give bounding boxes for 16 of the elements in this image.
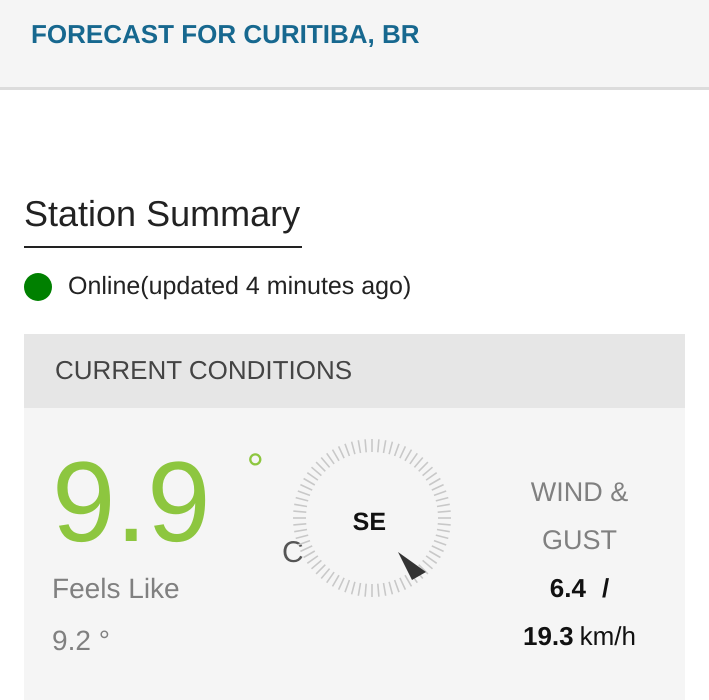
wind-separator: /: [602, 572, 610, 604]
section-heading: Station Summary: [24, 192, 300, 236]
status-text: Online(updated 4 minutes ago): [68, 271, 412, 302]
feels-like-label: Feels Like: [52, 572, 181, 606]
card-title: CURRENT CONDITIONS: [55, 354, 352, 387]
wind-arrow-icon: [396, 550, 428, 582]
wind-direction: SE: [352, 506, 386, 538]
wind-label: WIND & GUST: [530, 476, 630, 556]
temperature-value: 9.9: [52, 438, 210, 568]
gust-speed: 19.3: [523, 620, 574, 652]
page-title: FORECAST FOR CURITIBA, BR: [31, 18, 420, 51]
degree-symbol: °: [246, 448, 264, 492]
wind-unit: km/h: [580, 620, 636, 652]
wind-speed: 6.4: [550, 572, 586, 604]
feels-like-value: 9.2 °: [52, 624, 111, 658]
temperature-unit: C: [282, 534, 304, 570]
